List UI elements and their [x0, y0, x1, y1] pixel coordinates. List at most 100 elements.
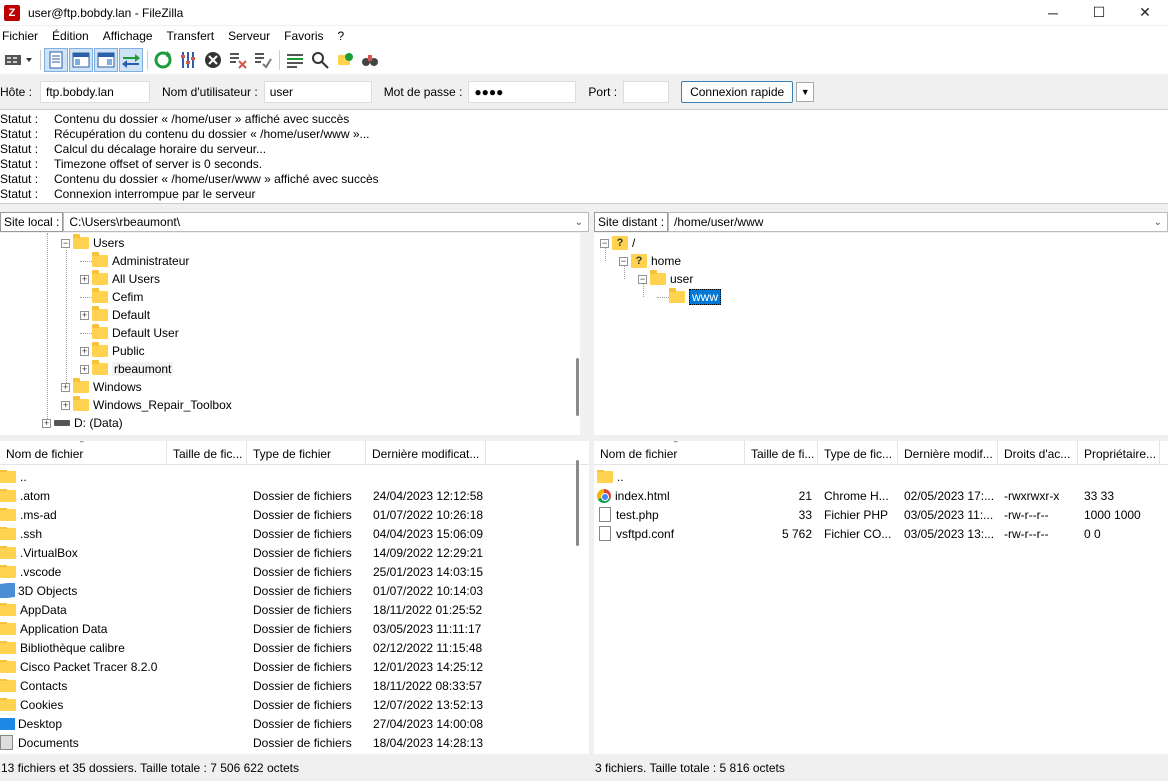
quickconnect-dropdown-icon[interactable]: ▼ [796, 82, 815, 102]
local-tree-node[interactable]: − Users [61, 234, 124, 252]
expand-icon[interactable]: + [42, 418, 51, 428]
close-button[interactable]: ✕ [1122, 0, 1168, 25]
local-tree[interactable]: − Users Administrateur + All Users Cefim + Defa… [0, 233, 580, 435]
port-input[interactable] [623, 81, 670, 103]
table-row[interactable]: Bibliothèque calibre Dossier de fichiers 0… [0, 638, 575, 657]
directory-filter-icon[interactable] [283, 48, 307, 72]
menu-help[interactable]: ? [336, 29, 353, 43]
find-icon[interactable] [358, 48, 382, 72]
table-row[interactable]: .ms-ad Dossier de fichiers 01/07/2022 10:2… [0, 505, 575, 524]
local-column-header[interactable]: Dernière modificat... [366, 441, 486, 464]
local-path-combobox[interactable]: C:\Users\rbeaumont\ ⌄ [63, 212, 589, 232]
table-row[interactable]: .atom Dossier de fichiers 24/04/2023 12:12… [0, 486, 575, 505]
search-files-icon[interactable] [308, 48, 332, 72]
remote-column-header[interactable]: Nom de fichier ⌃ [594, 441, 745, 464]
table-row[interactable]: .. [594, 467, 1168, 486]
local-tree-node[interactable]: + All Users [80, 270, 160, 288]
table-row[interactable]: Contacts Dossier de fichiers 18/11/2022 08… [0, 676, 575, 695]
sync-browsing-icon[interactable] [333, 48, 357, 72]
table-row[interactable]: .ssh Dossier de fichiers 04/04/2023 15:06:… [0, 524, 575, 543]
reconnect-icon[interactable] [251, 48, 275, 72]
table-row[interactable]: 3D Objects Dossier de fichiers 01/07/2022 … [0, 581, 575, 600]
toggle-local-tree-icon[interactable] [69, 48, 93, 72]
local-list-scrollbar[interactable] [576, 460, 579, 546]
local-tree-node[interactable]: + Windows_Repair_Toolbox [61, 396, 232, 414]
process-queue-icon[interactable] [176, 48, 200, 72]
table-row[interactable]: .. [0, 467, 575, 486]
menu-transfert[interactable]: Transfert [165, 29, 223, 43]
local-tree-node[interactable]: Administrateur [80, 252, 189, 270]
collapse-icon[interactable]: − [600, 238, 609, 248]
local-tree-node[interactable]: Cefim [80, 288, 143, 306]
local-tree-scrollbar[interactable] [576, 358, 579, 416]
remote-tree-node[interactable]: −? home [619, 252, 681, 270]
local-tree-node[interactable]: Default User [80, 324, 179, 342]
message-log[interactable]: Statut : Contenu du dossier « /home/user … [0, 109, 1168, 204]
menu-edition[interactable]: Édition [50, 29, 97, 43]
remote-column-header[interactable]: Dernière modif... [898, 441, 998, 464]
collapse-icon[interactable]: − [61, 238, 70, 248]
username-input[interactable] [263, 81, 372, 103]
remote-file-list[interactable]: Nom de fichier ⌃ Taille de fi... Type de fi… [594, 441, 1168, 754]
remote-tree-node[interactable]: −? / [600, 234, 635, 252]
table-row[interactable]: Cookies Dossier de fichiers 12/07/2022 13:… [0, 695, 575, 714]
local-column-header[interactable]: Type de fichier [247, 441, 366, 464]
toggle-log-icon[interactable] [44, 48, 68, 72]
menu-affichage[interactable]: Affichage [101, 29, 161, 43]
table-row[interactable]: index.html 21 Chrome H... 02/05/2023 17:...… [594, 486, 1168, 505]
table-row[interactable]: .VirtualBox Dossier de fichiers 14/09/2022… [0, 543, 575, 562]
table-row[interactable]: Cisco Packet Tracer 8.2.0 Dossier de fich… [0, 657, 575, 676]
remote-tree[interactable]: −? / −? home − user www [594, 233, 1168, 435]
minimize-button[interactable]: ─ [1030, 0, 1076, 25]
chevron-down-icon[interactable]: ⌄ [575, 217, 583, 228]
expand-icon[interactable]: + [61, 382, 70, 392]
local-tree-node[interactable]: + rbeaumont [80, 360, 174, 378]
password-input[interactable] [468, 81, 577, 103]
toggle-remote-tree-icon[interactable] [94, 48, 118, 72]
host-input[interactable] [40, 81, 151, 103]
chevron-down-icon[interactable]: ⌄ [1154, 217, 1162, 228]
menu-fichier[interactable]: Fichier [0, 29, 46, 43]
quickconnect-button[interactable]: Connexion rapide [681, 81, 794, 103]
menu-serveur[interactable]: Serveur [226, 29, 278, 43]
expand-icon[interactable]: + [80, 364, 89, 374]
local-column-header[interactable]: Nom de fichier ⌃ [0, 441, 167, 464]
collapse-icon[interactable]: − [619, 256, 628, 266]
expand-icon[interactable]: + [80, 274, 89, 284]
site-manager-icon[interactable] [2, 48, 36, 72]
local-tree-node[interactable]: + Default [80, 306, 150, 324]
local-file-list[interactable]: Nom de fichier ⌃ Taille de fic... Type de f… [0, 441, 589, 754]
tree-node-label: All Users [112, 272, 161, 286]
local-tree-node[interactable]: + Windows [61, 378, 142, 396]
table-row[interactable]: Desktop Dossier de fichiers 27/04/2023 14:… [0, 714, 575, 733]
maximize-button[interactable]: ☐ [1076, 0, 1122, 25]
table-row[interactable]: AppData Dossier de fichiers 18/11/2022 01:… [0, 600, 575, 619]
remote-column-header[interactable]: Taille de fi... [745, 441, 818, 464]
remote-column-header[interactable]: Type de fic... [818, 441, 898, 464]
remote-path-combobox[interactable]: /home/user/www ⌄ [668, 212, 1168, 232]
remote-column-header[interactable]: Droits d'ac... [998, 441, 1078, 464]
menu-favoris[interactable]: Favoris [282, 29, 331, 43]
remote-tree-node[interactable]: − user [638, 270, 693, 288]
disconnect-icon[interactable] [226, 48, 250, 72]
expand-icon[interactable]: + [80, 346, 89, 356]
expand-icon[interactable]: + [61, 400, 70, 410]
tree-guide-line [47, 233, 48, 421]
expand-icon[interactable]: + [80, 310, 89, 320]
tree-node-label: rbeaumont [112, 362, 174, 376]
toggle-queue-icon[interactable] [119, 48, 143, 72]
collapse-icon[interactable]: − [638, 274, 647, 284]
local-tree-node[interactable]: + D: (Data) [42, 414, 123, 432]
local-column-header[interactable]: Taille de fic... [167, 441, 247, 464]
table-row[interactable]: Documents Dossier de fichiers 18/04/2023 1… [0, 733, 575, 752]
remote-column-header[interactable]: Propriétaire... [1078, 441, 1160, 464]
table-row[interactable]: vsftpd.conf 5 762 Fichier CO... 03/05/2023 … [594, 524, 1168, 543]
local-tree-node[interactable]: + Public [80, 342, 145, 360]
remote-tree-node[interactable]: www [657, 288, 721, 306]
table-row[interactable]: Application Data Dossier de fichiers 03/05… [0, 619, 575, 638]
cancel-icon[interactable] [201, 48, 225, 72]
table-row[interactable]: test.php 33 Fichier PHP 03/05/2023 11:... -r… [594, 505, 1168, 524]
table-row[interactable]: .vscode Dossier de fichiers 25/01/2023 14:… [0, 562, 575, 581]
refresh-icon[interactable] [151, 48, 175, 72]
pane-splitter[interactable] [589, 211, 593, 781]
